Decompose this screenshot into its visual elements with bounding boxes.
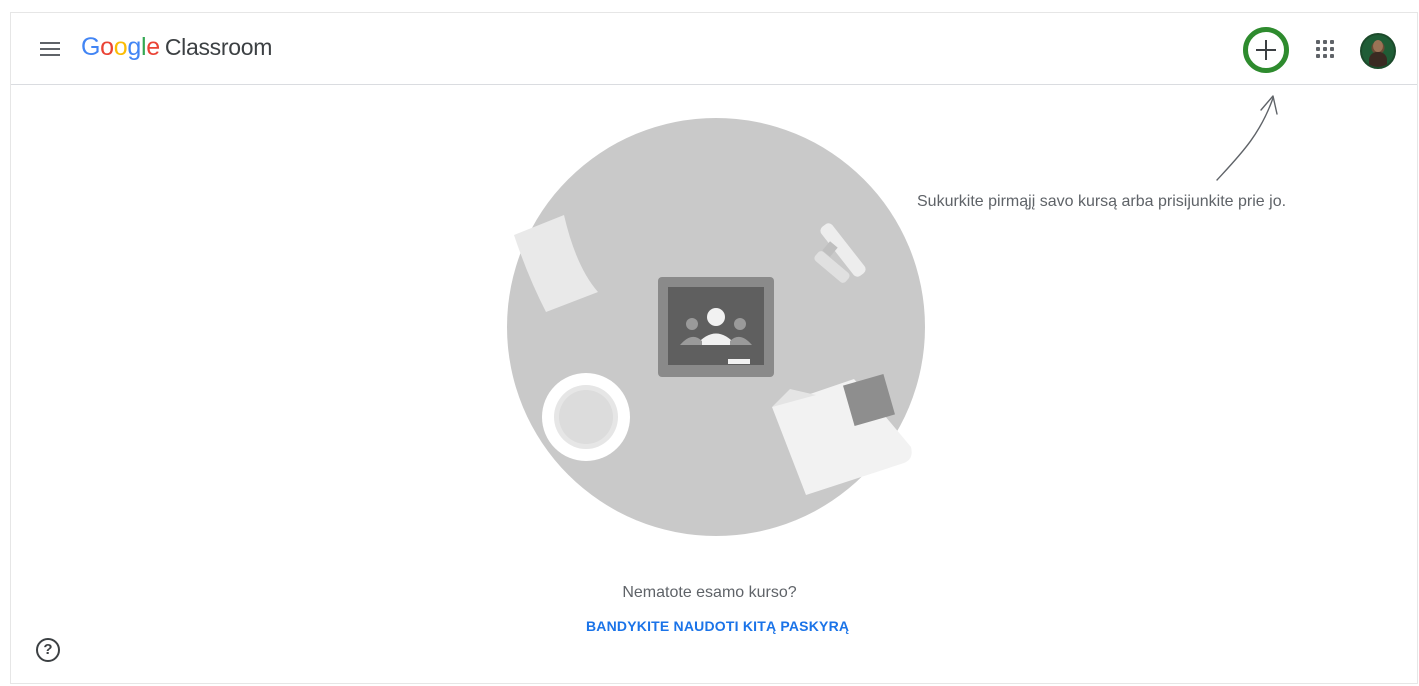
account-avatar-button[interactable]	[1360, 33, 1396, 69]
create-class-hint: Sukurkite pirmąjį savo kursą arba prisij…	[917, 193, 1287, 210]
main-menu-button[interactable]	[36, 35, 64, 63]
top-app-bar: Google Classroom	[11, 13, 1417, 85]
logo-letter: e	[146, 33, 160, 61]
help-button[interactable]: ?	[36, 638, 60, 662]
logo-letter: G	[81, 33, 101, 61]
empty-state-illustration	[507, 118, 925, 536]
logo-letter: o	[113, 33, 128, 61]
apps-grid-icon	[1323, 54, 1327, 58]
no-classes-message: Nematote esamo kurso?	[622, 584, 797, 601]
apps-grid-icon	[1330, 40, 1334, 44]
app-name: Classroom	[164, 34, 273, 60]
classroom-board-icon	[658, 277, 774, 377]
apps-grid-icon	[1323, 47, 1327, 51]
apps-grid-icon	[1316, 40, 1320, 44]
apps-grid-icon	[1323, 40, 1327, 44]
help-circle-icon: ?	[43, 641, 53, 658]
google-classroom-logo[interactable]: Google Classroom	[81, 33, 272, 62]
hamburger-menu-icon	[40, 42, 60, 44]
apps-grid-icon	[1330, 47, 1334, 51]
coffee-cup-icon	[542, 373, 630, 461]
apps-grid-icon	[1316, 54, 1320, 58]
hint-arrow-icon	[1216, 95, 1278, 181]
apps-grid-icon	[1316, 47, 1320, 51]
google-apps-button[interactable]	[1313, 37, 1337, 61]
try-another-account-link[interactable]: BANDYKITE NAUDOTI KITĄ PASKYRĄ	[586, 618, 849, 634]
create-or-join-class-button[interactable]	[1243, 27, 1289, 73]
apps-grid-icon	[1330, 54, 1334, 58]
logo-letter: o	[100, 33, 114, 61]
avatar-head	[1373, 40, 1383, 52]
logo-letter: g	[127, 33, 141, 61]
avatar-body	[1369, 52, 1387, 67]
google-wordmark: Google	[81, 33, 160, 62]
